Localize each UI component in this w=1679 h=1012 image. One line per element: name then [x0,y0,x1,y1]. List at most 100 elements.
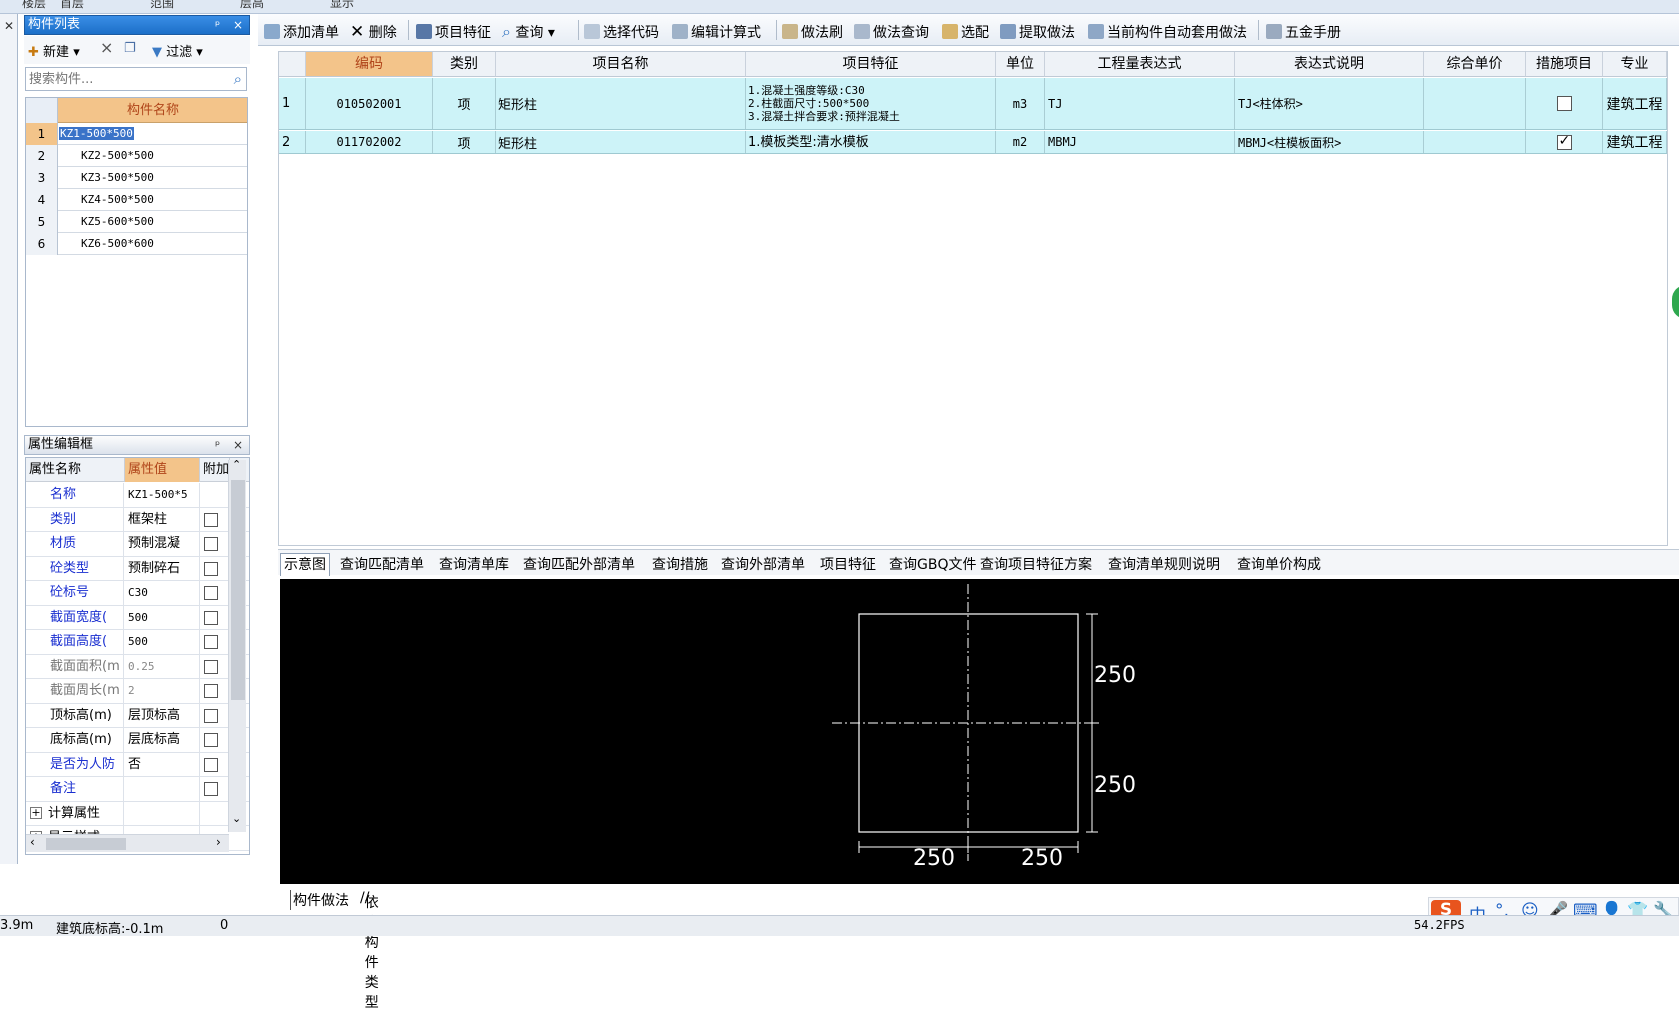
property-extra-checkbox[interactable] [204,586,218,600]
close-icon[interactable]: ✕ [2,18,16,34]
cell-expression[interactable]: MBMJ [1045,131,1235,153]
property-row[interactable]: 材质 预制混凝 [26,532,249,557]
copy-icon[interactable]: ❐ [124,41,136,56]
property-extra-checkbox[interactable] [204,708,218,723]
cell-name[interactable]: 矩形柱 [496,78,746,129]
scroll-right-icon[interactable]: › [216,835,221,849]
property-value[interactable] [125,777,200,801]
list-item[interactable]: 5 KZ5-600*500 [26,211,247,233]
property-value[interactable]: KZ1-500*5 [125,483,200,507]
auto-apply-button[interactable]: 当前构件自动套用做法 [1088,22,1247,42]
measure-checkbox[interactable] [1556,96,1572,111]
tab-match-bill[interactable]: 查询匹配清单 [340,554,424,574]
search-input[interactable] [26,68,216,90]
property-row[interactable]: 截面高度(500 [26,630,249,655]
scroll-left-icon[interactable]: ‹ [30,835,35,849]
query-button[interactable]: ⌕ 查询 ▾ [502,22,555,42]
pin-icon[interactable]: ᵖ [215,16,220,34]
list-item[interactable]: 1 KZ1-500*500 [26,123,247,145]
property-extra-checkbox[interactable] [204,757,218,772]
tab-measures[interactable]: 查询措施 [652,554,708,574]
property-value[interactable]: C30 [125,581,200,605]
close-icon[interactable]: × [233,436,243,454]
table-row[interactable]: 1 010502001 项 矩形柱 1.混凝土强度等级:C30 2.柱截面尺寸:… [279,78,1667,130]
method-brush-button[interactable]: 做法刷 [782,22,843,42]
property-row[interactable]: 截面宽度(500 [26,605,249,630]
column-header-measure[interactable]: 措施项目 [1526,52,1603,77]
property-value[interactable]: 否 [125,752,200,777]
property-row[interactable]: + 计算属性 [26,801,249,826]
scroll-up-icon[interactable]: ⌃ [232,458,241,471]
pin-icon[interactable]: ᵖ [215,436,220,454]
list-item[interactable]: 3 KZ3-500*500 [26,167,247,189]
cell-features[interactable]: 1.模板类型:清水模板 [746,131,996,153]
property-value[interactable]: 预制碎石 [125,556,200,581]
property-extra-checkbox[interactable] [204,610,218,625]
column-header-code[interactable]: 编码 [306,52,433,77]
property-value[interactable]: 层底标高 [125,728,200,752]
vertical-scrollbar[interactable]: ⌃ ⌄ [228,458,246,832]
cell-expression-desc[interactable]: TJ<柱体积> [1235,78,1424,129]
cell-unit[interactable]: m3 [996,78,1045,129]
property-row[interactable]: 类别 框架柱 [26,507,249,532]
tab-item-feature[interactable]: 项目特征 [820,554,876,574]
property-value[interactable]: 层顶标高 [125,703,200,728]
cell-features[interactable]: 1.混凝土强度等级:C30 2.柱截面尺寸:500*500 3.混凝土拌合要求:… [746,78,996,129]
item-feature-button[interactable]: 项目特征 [416,22,491,42]
column-header-name[interactable]: 项目名称 [496,52,746,77]
column-header-specialty[interactable]: 专业 [1603,52,1667,77]
column-header-unit[interactable]: 单位 [996,52,1045,77]
tab-external-bill[interactable]: 查询外部清单 [721,554,805,574]
property-value[interactable]: 2 [125,679,200,703]
delete-button[interactable]: × [100,38,113,57]
scroll-down-icon[interactable]: ⌄ [232,812,241,825]
new-button[interactable]: ✚ 新建 ▾ [28,41,80,60]
cell-specialty[interactable]: 建筑工程 [1603,78,1667,129]
property-extra-checkbox[interactable] [204,782,218,796]
cell-type[interactable]: 项 [433,78,496,129]
top-strip-item[interactable]: 首层 [60,0,84,11]
property-value[interactable]: 500 [125,630,200,654]
property-row[interactable]: 是否为人防否 [26,752,249,777]
filter-button[interactable]: ▼ 过滤 ▾ [152,41,203,60]
column-header-unit-price[interactable]: 综合单价 [1424,52,1526,77]
delete-button[interactable]: ✕ 删除 [350,22,397,42]
add-bill-button[interactable]: 添加清单 [264,22,339,42]
cell-code[interactable]: 011702002 [306,131,433,153]
floating-assistant-icon[interactable] [1672,285,1679,319]
extract-button[interactable]: 提取做法 [1000,22,1075,42]
property-value[interactable]: 500 [125,605,200,630]
top-strip-item[interactable]: 层高 [240,0,264,11]
property-extra-checkbox[interactable] [204,537,218,551]
property-row[interactable]: 顶标高(m) 层顶标高 [26,703,249,728]
property-row[interactable]: 名称 KZ1-500*5 [26,483,249,508]
select-code-button[interactable]: 选择代码 [584,22,659,42]
property-value[interactable] [125,801,200,826]
tab-component-method[interactable]: 构件做法 [290,890,349,910]
property-row[interactable]: 砼类型 预制碎石 [26,556,249,581]
scroll-thumb[interactable] [46,838,126,850]
property-row[interactable]: 截面周长(m 2 [26,679,249,704]
property-extra-checkbox[interactable] [204,561,218,576]
method-query-button[interactable]: 做法查询 [854,22,929,42]
property-row[interactable]: 截面面积(m 0.25 [26,654,249,679]
list-item[interactable]: 4 KZ4-500*500 [26,189,247,211]
column-header-expression[interactable]: 工程量表达式 [1045,52,1235,77]
cell-expression[interactable]: TJ [1045,78,1235,129]
table-row[interactable]: 2 011702002 项 矩形柱 1.模板类型:清水模板 m2 MBMJ MB… [279,131,1667,154]
property-row[interactable]: 砼标号 C30 [26,581,249,606]
cell-unit-price[interactable] [1424,78,1526,129]
property-extra-checkbox[interactable] [204,659,218,674]
property-value[interactable]: 预制混凝 [125,532,200,556]
property-value[interactable]: 0.25 [125,654,200,679]
top-strip-item[interactable]: 显示 [330,0,354,11]
close-icon[interactable]: × [233,16,243,34]
measure-checkbox[interactable] [1556,133,1572,150]
cell-name[interactable]: 矩形柱 [496,131,746,153]
property-extra-checkbox[interactable] [204,733,218,747]
property-extra-checkbox[interactable] [204,684,218,698]
scroll-thumb[interactable] [231,480,245,700]
property-row[interactable]: 底标高(m) 层底标高 [26,728,249,753]
cell-specialty[interactable]: 建筑工程 [1603,131,1667,153]
property-value[interactable]: 框架柱 [125,507,200,532]
